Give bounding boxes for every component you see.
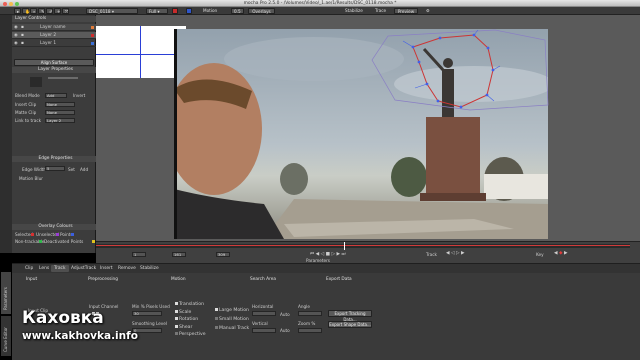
tab-insert[interactable]: Insert xyxy=(97,265,116,272)
play-forward-icon[interactable]: ▷ xyxy=(331,252,335,257)
watermark-url: www.kakhovka.info xyxy=(22,330,138,342)
add-key-icon[interactable]: ◆ xyxy=(559,251,563,256)
search-area-header: Search Area xyxy=(250,277,277,282)
track-controls: ◀ ◁ ▷ ▶ xyxy=(446,251,465,256)
play-reverse-icon[interactable]: ◁ xyxy=(321,252,325,257)
tab-remove[interactable]: Remove xyxy=(115,265,139,272)
zoom-field[interactable] xyxy=(298,328,322,333)
export-tracking-button[interactable]: Export Tracking Data... xyxy=(328,310,372,322)
preprocessing-header: Preprocessing xyxy=(88,277,118,282)
vertical-auto-checkbox[interactable]: Auto xyxy=(280,328,290,333)
stop-icon[interactable]: ■ xyxy=(326,252,330,257)
export-shape-button[interactable]: Export Shape Data... xyxy=(328,321,372,328)
prev-key-icon[interactable]: ◀ xyxy=(554,251,558,256)
timeline-bar: 1 161 309 ⏮ ◀ ◁ ■ ▷ ▶ ⏭ Parameters Track… xyxy=(96,241,640,263)
curve-editor-side-label: Curve Editor xyxy=(3,327,8,352)
min-pixels-field[interactable]: 30 xyxy=(132,311,162,316)
angle-field[interactable] xyxy=(298,311,322,316)
scale-checkbox[interactable]: Scale xyxy=(175,309,206,317)
track-forward-icon[interactable]: ▶ xyxy=(461,251,465,256)
track-back-step-icon[interactable]: ◁ xyxy=(451,251,455,256)
step-back-icon[interactable]: ◀ xyxy=(316,252,320,257)
search-area-shape[interactable] xyxy=(371,29,549,111)
shear-checkbox[interactable]: Shear xyxy=(175,324,206,332)
track-backward-icon[interactable]: ◀ xyxy=(446,251,450,256)
key-label: Key xyxy=(536,252,544,257)
keyframe-track xyxy=(96,245,630,246)
rotation-checkbox[interactable]: Rotation xyxy=(175,316,206,324)
vertical-field[interactable] xyxy=(252,328,276,333)
horizontal-auto-checkbox[interactable]: Auto xyxy=(280,312,290,317)
horizontal-label: Horizontal xyxy=(252,304,274,309)
tab-track[interactable]: Track xyxy=(51,265,69,272)
go-end-icon[interactable]: ⏭ xyxy=(341,252,345,257)
tab-stabilize[interactable]: Stabilize xyxy=(137,265,162,272)
vertical-label: Vertical xyxy=(252,321,268,326)
motion-header: Motion xyxy=(171,277,186,282)
track-label: Track xyxy=(426,252,437,257)
tab-clip[interactable]: Clip xyxy=(22,265,36,272)
large-motion-radio[interactable]: Large Motion xyxy=(215,306,249,315)
playback-controls: ⏮ ◀ ◁ ■ ▷ ▶ ⏭ xyxy=(310,251,346,257)
export-data-header: Export Data xyxy=(326,277,352,282)
small-motion-radio[interactable]: Small Motion xyxy=(215,315,249,324)
angle-label: Angle xyxy=(298,304,310,309)
tab-parameters-side[interactable]: Parameters xyxy=(1,272,11,314)
parameters-side-label: Parameters xyxy=(3,287,8,310)
manual-track-radio[interactable]: Manual Track xyxy=(215,324,249,333)
track-forward-step-icon[interactable]: ▷ xyxy=(456,251,460,256)
motion-type-options: Large Motion Small Motion Manual Track xyxy=(215,306,249,333)
parameters-panel: Clip Lens Track AdjustTrack Insert Remov… xyxy=(12,263,640,360)
tab-curve-editor-side[interactable]: Curve Editor xyxy=(1,316,11,356)
translation-checkbox[interactable]: Translation xyxy=(175,301,206,309)
watermark-brand: Каховка xyxy=(22,308,104,328)
tab-lens[interactable]: Lens xyxy=(36,265,52,272)
spline-tangent-handles[interactable] xyxy=(402,29,501,102)
smoothing-label: Smoothing Level xyxy=(132,321,168,326)
timeline-ruler[interactable] xyxy=(96,244,630,248)
current-frame-field[interactable]: 161 xyxy=(172,252,186,257)
playhead[interactable] xyxy=(344,242,346,250)
input-header: Input xyxy=(26,277,38,282)
keyframe-controls: ◀ ◆ ▶ xyxy=(554,251,568,256)
horizontal-field[interactable] xyxy=(252,311,276,316)
min-pixels-label: Min % Pixels Used xyxy=(132,304,170,309)
next-key-icon[interactable]: ▶ xyxy=(564,251,568,256)
perspective-checkbox[interactable]: Perspective xyxy=(175,331,206,339)
start-frame-field[interactable]: 1 xyxy=(132,252,146,257)
track-spline-shape[interactable] xyxy=(412,34,494,108)
tab-adjusttrack[interactable]: AdjustTrack xyxy=(68,265,99,272)
step-forward-icon[interactable]: ▶ xyxy=(336,252,340,257)
end-frame-field[interactable]: 309 xyxy=(216,252,230,257)
zoom-label: Zoom % xyxy=(298,321,316,326)
go-start-icon[interactable]: ⏮ xyxy=(310,252,314,257)
motion-options: Translation Scale Rotation Shear Perspec… xyxy=(175,301,206,339)
